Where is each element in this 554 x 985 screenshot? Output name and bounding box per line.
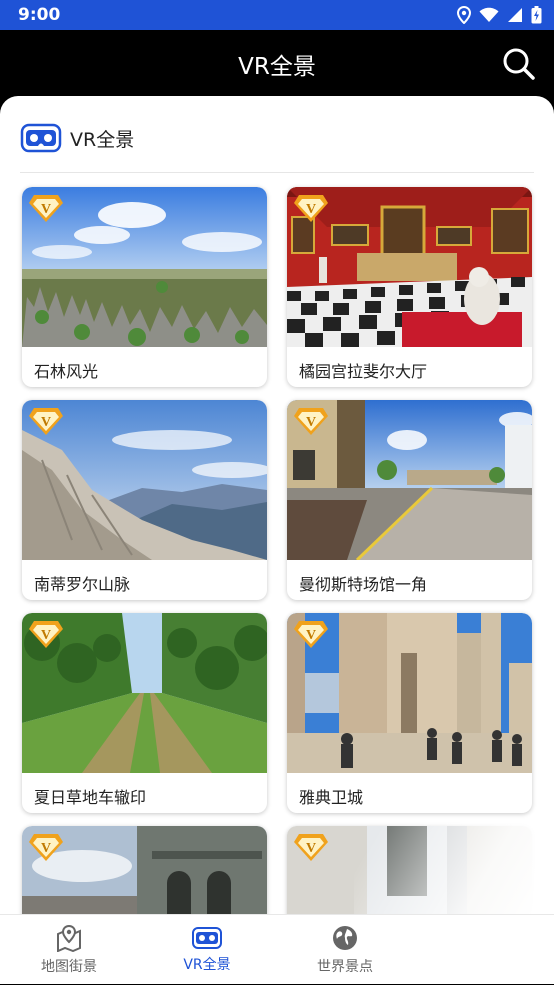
page-title: VR全景: [238, 54, 316, 80]
panorama-card[interactable]: V 橘园宫拉斐尔大厅: [287, 187, 532, 387]
svg-text:V: V: [41, 202, 51, 217]
panorama-title: 橘园宫拉斐尔大厅: [299, 362, 428, 381]
content-sheet: VR全景 V 石林风光 V 橘园宫拉斐尔大厅 V 南蒂罗尔山脉 V 曼彻斯特场馆…: [0, 96, 554, 984]
globe-icon: [333, 926, 357, 950]
search-button[interactable]: [502, 47, 536, 81]
svg-text:V: V: [306, 415, 316, 430]
search-icon: [503, 48, 535, 80]
map-pin-icon: [57, 924, 81, 952]
status-icons: [457, 6, 542, 24]
nav-map-street[interactable]: 地图街景: [0, 915, 138, 985]
nav-label: 地图街景: [41, 959, 97, 975]
panorama-card[interactable]: V 曼彻斯特场馆一角: [287, 400, 532, 600]
svg-text:V: V: [41, 628, 51, 643]
panorama-card[interactable]: V 石林风光: [22, 187, 267, 387]
battery-icon: [531, 6, 542, 24]
status-time: 9:00: [18, 5, 61, 25]
app-bar: VR全景: [0, 30, 554, 98]
vr-badge-icon: V: [294, 195, 328, 222]
vr-badge-icon: V: [294, 408, 328, 435]
panorama-title: 雅典卫城: [299, 788, 364, 807]
vr-badge-icon: V: [29, 834, 63, 861]
vr-badge-icon: V: [29, 408, 63, 435]
signal-icon: [508, 8, 522, 22]
svg-text:V: V: [41, 841, 51, 856]
panorama-card[interactable]: V 雅典卫城: [287, 613, 532, 813]
location-icon: [457, 6, 471, 24]
nav-vr-panorama[interactable]: VR全景: [138, 915, 276, 985]
nav-world-sights[interactable]: 世界景点: [276, 915, 414, 985]
svg-text:V: V: [306, 628, 316, 643]
vr-badge-icon: V: [29, 195, 63, 222]
nav-label: VR全景: [183, 957, 231, 973]
wifi-icon: [479, 7, 499, 22]
panorama-title: 南蒂罗尔山脉: [34, 575, 131, 594]
vr-badge-icon: V: [294, 621, 328, 648]
status-bar: 9:00: [0, 0, 554, 30]
panorama-card[interactable]: V 南蒂罗尔山脉: [22, 400, 267, 600]
panorama-title: 曼彻斯特场馆一角: [299, 575, 428, 594]
bottom-nav: 地图街景 VR全景 世界景点: [0, 914, 554, 984]
vr-headset-icon: [192, 927, 222, 949]
panorama-title: 石林风光: [34, 362, 99, 381]
divider: [20, 172, 534, 173]
svg-text:V: V: [41, 415, 51, 430]
nav-label: 世界景点: [317, 959, 373, 975]
panorama-title: 夏日草地车辙印: [34, 788, 147, 807]
section-title: VR全景: [70, 128, 135, 151]
vr-badge-icon: V: [294, 834, 328, 861]
svg-text:V: V: [306, 841, 316, 856]
vr-badge-icon: V: [29, 621, 63, 648]
svg-text:V: V: [306, 202, 316, 217]
vr-headset-icon: [20, 123, 62, 153]
section-header: VR全景: [20, 120, 134, 156]
panorama-card[interactable]: V 夏日草地车辙印: [22, 613, 267, 813]
